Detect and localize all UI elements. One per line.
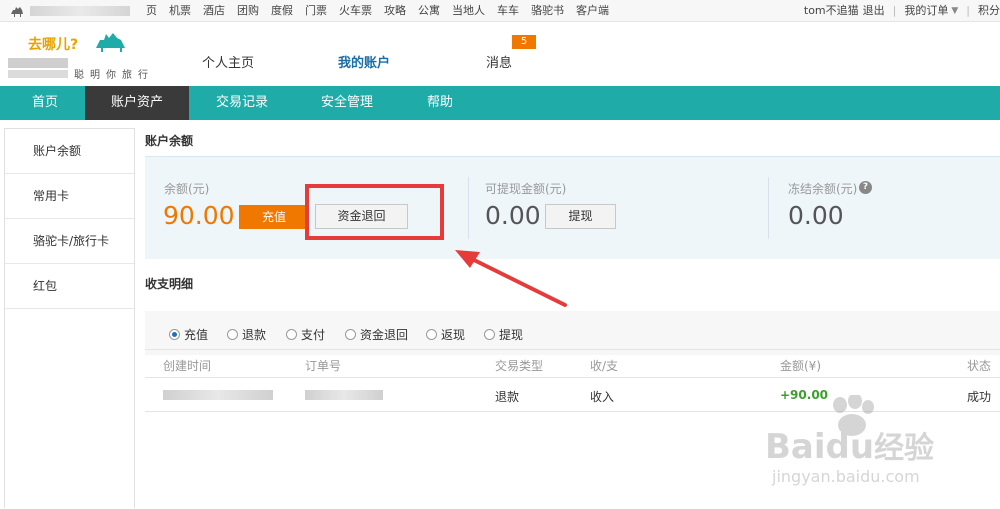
withdrawable-label: 可提现金额(元) <box>485 182 567 196</box>
divider <box>768 177 769 239</box>
top-nav-link[interactable]: 攻略 <box>384 0 406 22</box>
account-tab-bar: 首页 账户资产 交易记录 安全管理 帮助 <box>0 86 1000 120</box>
filter-refund[interactable]: 退款 <box>227 326 266 343</box>
tab-help[interactable]: 帮助 <box>400 86 480 120</box>
top-nav-link[interactable]: 酒店 <box>203 0 225 22</box>
filter-withdraw[interactable]: 提现 <box>484 326 523 343</box>
frozen-amount: 0.00 <box>788 201 844 230</box>
sidebar: 账户余额 常用卡 骆驼卡/旅行卡 红包 <box>4 128 135 508</box>
annotation-highlight-box <box>305 184 444 240</box>
tab-account-assets[interactable]: 账户资产 <box>85 86 189 120</box>
nav-messages[interactable]: 消息 <box>486 52 512 71</box>
top-nav-link[interactable]: 页 <box>146 0 157 22</box>
blurred-order-no <box>305 390 383 400</box>
divider: | <box>966 4 970 17</box>
balance-section-title: 账户余额 <box>145 134 194 148</box>
chevron-down-icon[interactable]: ▼ <box>951 0 958 22</box>
logo-text: 去哪儿? <box>28 37 79 53</box>
top-nav-link[interactable]: 火车票 <box>339 0 372 22</box>
watermark-brand-right: du <box>825 427 875 467</box>
frozen-label: 冻结余额(元) <box>788 182 858 196</box>
logout-link[interactable]: 退出 <box>863 0 885 22</box>
nav-my-account[interactable]: 我的账户 <box>338 52 390 71</box>
table-header: 创建时间 订单号 交易类型 收/支 金额(¥) 状态 <box>145 349 1000 378</box>
my-orders-link[interactable]: 我的订单 <box>904 0 948 22</box>
top-nav-link[interactable]: 客户端 <box>576 0 609 22</box>
watermark-brand-cn: 经验 <box>874 431 935 466</box>
top-nav-link[interactable]: 公寓 <box>418 0 440 22</box>
balance-panel: 余额(元) 90.00 充值 资金退回 可提现金额(元) 0.00 提现 冻结余… <box>145 156 1000 259</box>
blurred-logo-text <box>8 58 68 68</box>
col-order-no: 订单号 <box>305 359 342 373</box>
col-created-time: 创建时间 <box>163 359 212 373</box>
sidebar-item-cards[interactable]: 常用卡 <box>5 174 134 219</box>
radio-icon <box>426 329 437 340</box>
radio-icon <box>345 329 356 340</box>
divider <box>468 177 469 239</box>
blurred-created-time <box>163 390 273 400</box>
radio-icon <box>286 329 297 340</box>
balance-label: 余额(元) <box>164 182 210 196</box>
top-nav-links: 页机票 酒店 团购 度假 门票 火车票 攻略 公寓 当地人 车车 骆驼书 客户端 <box>146 0 621 22</box>
row-type: 退款 <box>495 390 520 404</box>
top-nav-link[interactable]: 门票 <box>305 0 327 22</box>
sidebar-item-camel-card[interactable]: 骆驼卡/旅行卡 <box>5 219 134 264</box>
camel-logo-icon <box>96 33 125 52</box>
filter-recharge[interactable]: 充值 <box>169 326 208 343</box>
recharge-button[interactable]: 充值 <box>239 205 309 229</box>
watermark-url: jingyan.baidu.com <box>772 467 920 486</box>
row-direction: 收入 <box>590 390 615 404</box>
details-section-title: 收支明细 <box>145 277 194 291</box>
message-count-badge: 5 <box>512 35 536 49</box>
sidebar-item-red-packet[interactable]: 红包 <box>5 264 134 309</box>
radio-icon <box>227 329 238 340</box>
user-area: tom不追猫 退出 | 我的订单 ▼ | 积分 <box>804 0 1000 22</box>
help-icon[interactable]: ? <box>859 181 872 194</box>
filter-fund-return[interactable]: 资金退回 <box>345 326 408 343</box>
tab-transactions[interactable]: 交易记录 <box>190 86 294 120</box>
site-logo[interactable]: 去哪儿? 聪明你旅行 <box>8 30 148 81</box>
balance-amount: 90.00 <box>163 201 235 230</box>
filter-cashback[interactable]: 返现 <box>426 326 465 343</box>
blurred-logo-text <box>8 70 68 78</box>
top-utility-bar: 页机票 酒店 团购 度假 门票 火车票 攻略 公寓 当地人 车车 骆驼书 客户端 tom不追猫 退出 … <box>0 0 1000 22</box>
radio-icon <box>484 329 495 340</box>
blurred-text <box>30 6 130 16</box>
col-type: 交易类型 <box>495 359 544 373</box>
top-nav-link[interactable]: 当地人 <box>452 0 485 22</box>
filter-payment[interactable]: 支付 <box>286 326 325 343</box>
col-status: 状态 <box>967 359 992 373</box>
col-amount: 金额(¥) <box>780 359 821 373</box>
sidebar-item-balance[interactable]: 账户余额 <box>5 129 134 174</box>
logo-subtitle: 聪明你旅行 <box>74 70 154 81</box>
nav-home[interactable]: 个人主页 <box>202 52 254 71</box>
radio-selected-icon <box>169 329 180 340</box>
top-nav-link[interactable]: 骆驼书 <box>531 0 564 22</box>
baidu-watermark: Baidu经验 jingyan.baidu.com <box>760 393 995 505</box>
username-link[interactable]: tom不追猫 <box>804 0 859 22</box>
withdraw-button[interactable]: 提现 <box>545 204 616 229</box>
tab-home[interactable]: 首页 <box>10 86 80 120</box>
top-nav-link[interactable]: 机票 <box>169 0 191 22</box>
top-nav-link[interactable]: 度假 <box>271 0 293 22</box>
points-link[interactable]: 积分 <box>978 0 1000 22</box>
camel-icon <box>11 7 23 17</box>
tab-security[interactable]: 安全管理 <box>295 86 399 120</box>
divider: | <box>892 4 897 17</box>
top-nav-link[interactable]: 车车 <box>497 0 519 22</box>
col-direction: 收/支 <box>590 359 619 373</box>
top-nav-link[interactable]: 团购 <box>237 0 259 22</box>
withdrawable-amount: 0.00 <box>485 201 541 230</box>
watermark-brand-left: Bai <box>765 427 826 467</box>
